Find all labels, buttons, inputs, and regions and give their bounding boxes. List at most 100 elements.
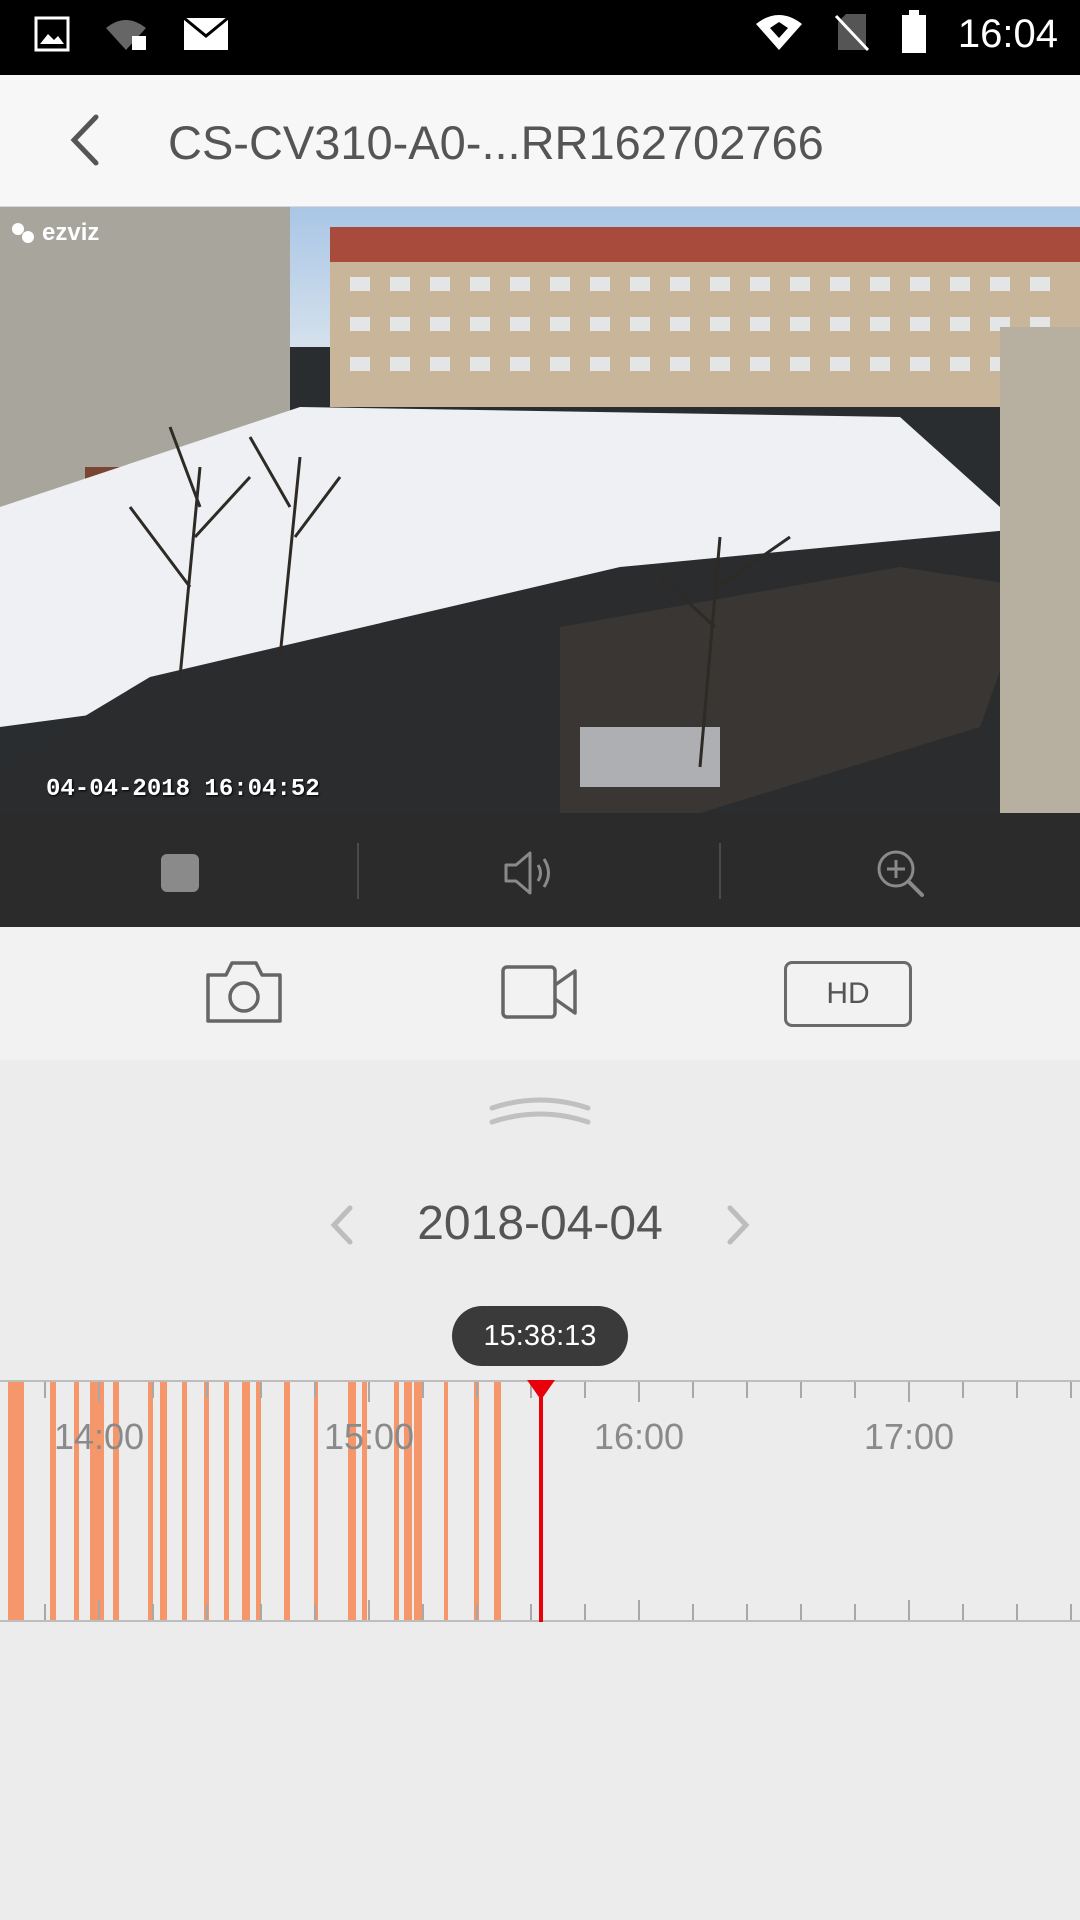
tick-minor bbox=[800, 1604, 802, 1620]
wifi-sync-icon bbox=[104, 16, 148, 57]
ezviz-logo-icon bbox=[10, 221, 36, 245]
tick-minor bbox=[692, 1382, 694, 1398]
hour-label: 16:00 bbox=[593, 1416, 685, 1457]
snapshot-button[interactable] bbox=[204, 957, 284, 1027]
tick-minor bbox=[1016, 1382, 1018, 1398]
recording-segment[interactable] bbox=[8, 1382, 24, 1620]
tick-minor bbox=[854, 1382, 856, 1398]
recording-segment[interactable] bbox=[494, 1382, 501, 1620]
recording-segment[interactable] bbox=[148, 1382, 153, 1620]
tick-minor bbox=[260, 1382, 262, 1398]
tick-minor bbox=[1070, 1604, 1072, 1620]
tick-major bbox=[368, 1600, 370, 1620]
recording-segment[interactable] bbox=[314, 1382, 318, 1620]
tick-minor bbox=[314, 1382, 316, 1398]
tick-minor bbox=[584, 1604, 586, 1620]
tick-minor bbox=[1070, 1382, 1072, 1398]
tick-minor bbox=[962, 1382, 964, 1398]
hour-label: 17:00 bbox=[863, 1416, 955, 1457]
recording-segment[interactable] bbox=[204, 1382, 209, 1620]
double-chevron-up-icon bbox=[489, 1097, 591, 1125]
tick-major bbox=[908, 1382, 910, 1402]
recording-segment[interactable] bbox=[444, 1382, 448, 1620]
tick-minor bbox=[152, 1604, 154, 1620]
hd-quality-button[interactable]: HD bbox=[784, 961, 912, 1027]
brand-watermark: ezviz bbox=[10, 219, 99, 247]
tick-minor bbox=[476, 1604, 478, 1620]
page-title: CS-CV310-A0-...RR162702766 bbox=[168, 116, 824, 169]
current-date[interactable]: 2018-04-04 bbox=[0, 1196, 1080, 1251]
recording-segment[interactable] bbox=[182, 1382, 187, 1620]
recording-segment[interactable] bbox=[242, 1382, 250, 1620]
tick-minor bbox=[692, 1604, 694, 1620]
tick-minor bbox=[962, 1604, 964, 1620]
video-player[interactable]: ezviz 04-04-2018 16:04:52 bbox=[0, 207, 1080, 813]
tick-minor bbox=[800, 1382, 802, 1398]
tick-minor bbox=[44, 1604, 46, 1620]
recording-segment[interactable] bbox=[284, 1382, 290, 1620]
collapse-handle[interactable] bbox=[488, 1092, 592, 1128]
status-bar: 16:04 bbox=[0, 0, 1080, 75]
video-camera-icon bbox=[501, 965, 577, 1019]
chevron-right-icon bbox=[727, 1205, 750, 1245]
image-icon bbox=[34, 16, 70, 57]
hour-label: 14:00 bbox=[53, 1416, 145, 1457]
current-time-bubble: 15:38:13 bbox=[452, 1306, 628, 1366]
camera-icon bbox=[206, 961, 282, 1023]
tick-major bbox=[638, 1600, 640, 1620]
zoom-in-icon bbox=[877, 850, 924, 897]
tick-minor bbox=[854, 1604, 856, 1620]
tick-minor bbox=[476, 1382, 478, 1398]
app-bar: CS-CV310-A0-...RR162702766 bbox=[0, 75, 1080, 208]
divider bbox=[357, 843, 359, 899]
tick-major bbox=[638, 1382, 640, 1402]
playback-timeline[interactable]: 14:00 15:00 16:00 17:00 bbox=[0, 1380, 1080, 1622]
back-button[interactable] bbox=[52, 105, 122, 175]
hour-label: 15:00 bbox=[323, 1416, 415, 1457]
date-navigator: 2018-04-04 bbox=[0, 1190, 1080, 1260]
tick-minor bbox=[206, 1382, 208, 1398]
tick-major bbox=[908, 1600, 910, 1620]
playhead-line[interactable] bbox=[539, 1380, 543, 1622]
video-timestamp: 04-04-2018 16:04:52 bbox=[46, 776, 320, 803]
no-sim-icon bbox=[834, 12, 870, 57]
speaker-icon bbox=[504, 851, 550, 895]
mail-icon bbox=[182, 16, 230, 57]
divider bbox=[719, 843, 721, 899]
tick-minor bbox=[206, 1604, 208, 1620]
stop-button[interactable] bbox=[150, 843, 210, 903]
recording-segment[interactable] bbox=[474, 1382, 479, 1620]
capture-tools: HD bbox=[0, 927, 1080, 1060]
record-button[interactable] bbox=[500, 957, 580, 1027]
tick-minor bbox=[746, 1604, 748, 1620]
tick-minor bbox=[44, 1382, 46, 1398]
tick-minor bbox=[422, 1382, 424, 1398]
recording-segment[interactable] bbox=[414, 1382, 422, 1620]
chevron-left-icon bbox=[70, 114, 99, 166]
tick-minor bbox=[1016, 1604, 1018, 1620]
tick-minor bbox=[584, 1382, 586, 1398]
tick-minor bbox=[152, 1382, 154, 1398]
wifi-icon bbox=[754, 12, 804, 57]
tick-minor bbox=[746, 1382, 748, 1398]
tick-minor bbox=[260, 1604, 262, 1620]
tick-major bbox=[98, 1382, 100, 1402]
next-day-button[interactable] bbox=[718, 1200, 758, 1250]
tick-minor bbox=[530, 1604, 532, 1620]
brand-text: ezviz bbox=[42, 219, 100, 246]
camera-feed-image bbox=[0, 207, 1080, 813]
recording-segment[interactable] bbox=[256, 1382, 261, 1620]
stop-icon bbox=[161, 854, 199, 892]
tick-minor bbox=[314, 1604, 316, 1620]
player-controls bbox=[0, 813, 1080, 927]
tick-minor bbox=[422, 1604, 424, 1620]
recording-segment[interactable] bbox=[160, 1382, 167, 1620]
tick-major bbox=[98, 1600, 100, 1620]
status-time: 16:04 bbox=[957, 12, 1058, 56]
playhead-marker-icon[interactable] bbox=[527, 1380, 555, 1400]
battery-icon bbox=[900, 10, 928, 59]
tick-major bbox=[368, 1382, 370, 1402]
zoom-button[interactable] bbox=[870, 843, 930, 903]
sound-button[interactable] bbox=[500, 843, 560, 903]
recording-segment[interactable] bbox=[224, 1382, 229, 1620]
